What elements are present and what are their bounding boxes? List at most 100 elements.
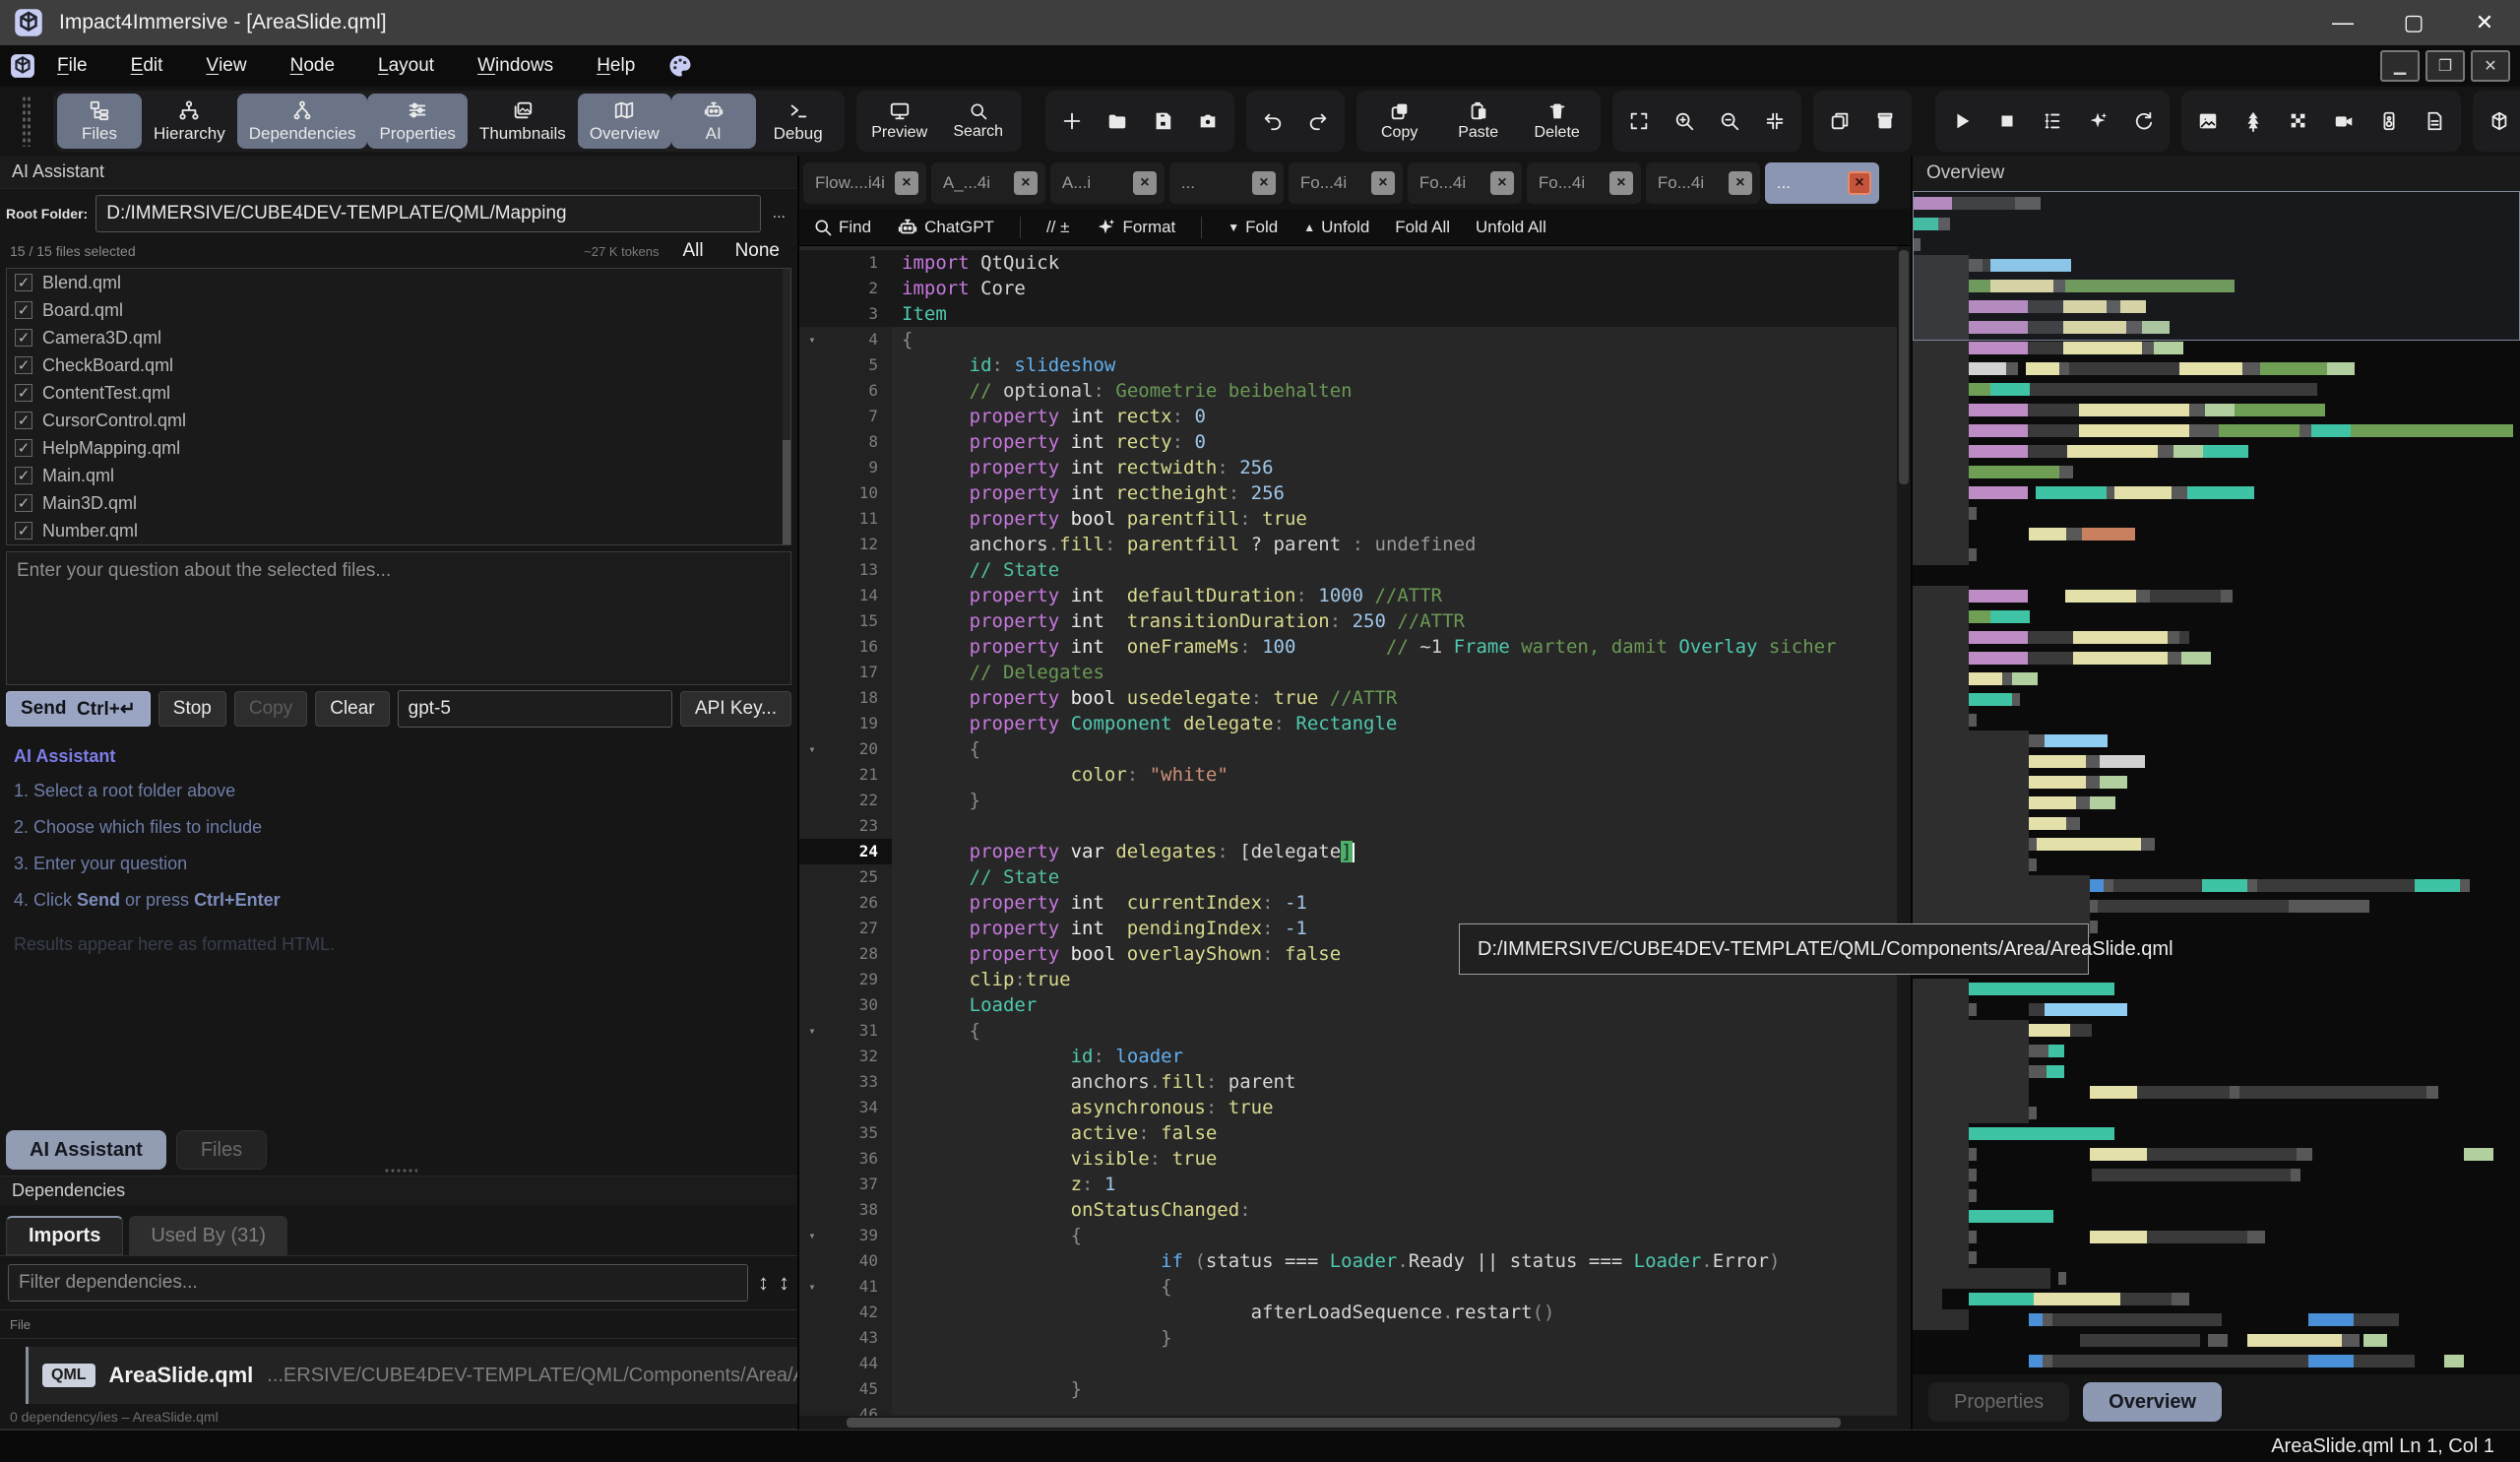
toolbar-copy-button[interactable]: Copy bbox=[1360, 94, 1439, 149]
file-list-item[interactable]: ✓ContentTest.qml bbox=[7, 379, 790, 407]
checkbox-checked-icon[interactable]: ✓ bbox=[15, 384, 32, 402]
tab-close-icon[interactable]: × bbox=[1133, 171, 1157, 195]
code-line[interactable]: 34 asynchronous: true bbox=[799, 1095, 1897, 1120]
fold-marker-icon[interactable]: ▾ bbox=[799, 1018, 825, 1044]
image-button[interactable] bbox=[2185, 94, 2231, 149]
menu-edit[interactable]: Edit bbox=[109, 45, 185, 87]
code-line[interactable]: 2import Core bbox=[799, 276, 1897, 301]
menu-view[interactable]: View bbox=[184, 45, 268, 87]
camera-button[interactable] bbox=[1185, 94, 1230, 149]
zoomout-button[interactable] bbox=[1707, 94, 1752, 149]
folder-button[interactable] bbox=[1095, 94, 1140, 149]
code-line[interactable]: 45 } bbox=[799, 1376, 1897, 1402]
minimap-viewport[interactable] bbox=[1913, 191, 2520, 341]
child-minimize-button[interactable]: ▁ bbox=[2380, 50, 2420, 82]
gutter[interactable]: 30 bbox=[799, 992, 892, 1018]
gutter[interactable]: 16 bbox=[799, 634, 892, 660]
code-line[interactable]: 43 } bbox=[799, 1325, 1897, 1351]
editor-tab[interactable]: Fo...4i× bbox=[1289, 162, 1403, 204]
format-button[interactable]: Format bbox=[1095, 217, 1175, 238]
editor-tab[interactable]: ...× bbox=[1765, 162, 1879, 204]
checkbox-checked-icon[interactable]: ✓ bbox=[15, 522, 32, 540]
code-line[interactable]: 12 anchors.fill: parentfill ? parent : u… bbox=[799, 532, 1897, 557]
editor-tab[interactable]: A_...4i× bbox=[931, 162, 1045, 204]
gutter[interactable]: 25 bbox=[799, 864, 892, 890]
gutter[interactable]: 38 bbox=[799, 1197, 892, 1223]
gutter[interactable]: ▾39 bbox=[799, 1223, 892, 1248]
cube3d-button[interactable] bbox=[2477, 94, 2520, 149]
tab-close-icon[interactable]: × bbox=[1848, 171, 1871, 195]
file-list-item[interactable]: ✓Main3D.qml bbox=[7, 489, 790, 517]
tab-close-icon[interactable]: × bbox=[1609, 171, 1633, 195]
file-list-item[interactable]: ✓Camera3D.qml bbox=[7, 324, 790, 351]
video-button[interactable] bbox=[2321, 94, 2366, 149]
child-close-button[interactable]: ✕ bbox=[2471, 50, 2510, 82]
code-line[interactable]: 26 property int currentIndex: -1 bbox=[799, 890, 1897, 916]
sort-asc-button[interactable]: ↕ bbox=[758, 1270, 769, 1296]
child-restore-button[interactable]: ❐ bbox=[2426, 50, 2465, 82]
editor-vscrollbar[interactable] bbox=[1897, 246, 1911, 1416]
redo-button[interactable] bbox=[1295, 94, 1341, 149]
toolbar-paste-button[interactable]: Paste bbox=[1439, 94, 1518, 149]
close-button[interactable]: ✕ bbox=[2449, 0, 2520, 45]
editor-hscrollbar[interactable] bbox=[799, 1416, 1911, 1430]
gutter[interactable]: 29 bbox=[799, 967, 892, 992]
menu-help[interactable]: Help bbox=[575, 45, 657, 87]
card-button[interactable] bbox=[1862, 94, 1908, 149]
collapse-button[interactable] bbox=[1752, 94, 1797, 149]
footer-overview-button[interactable]: Overview bbox=[2083, 1382, 2222, 1422]
palette-icon[interactable] bbox=[666, 52, 694, 80]
code-line[interactable]: 21 color: "white" bbox=[799, 762, 1897, 788]
toolbar-dependencies-button[interactable]: Dependencies bbox=[237, 94, 368, 149]
deps-tab-imports[interactable]: Imports bbox=[6, 1216, 123, 1255]
code-line[interactable]: 14 property int defaultDuration: 1000 //… bbox=[799, 583, 1897, 608]
code-line[interactable]: 40 if (status === Loader.Ready || status… bbox=[799, 1248, 1897, 1274]
toolbar-preview-button[interactable]: Preview bbox=[860, 94, 939, 149]
code-line[interactable]: 44 bbox=[799, 1351, 1897, 1376]
gutter[interactable]: 12 bbox=[799, 532, 892, 557]
tab-close-icon[interactable]: × bbox=[1371, 171, 1395, 195]
code-line[interactable]: 5 id: slideshow bbox=[799, 352, 1897, 378]
minimize-button[interactable]: — bbox=[2307, 0, 2378, 45]
editor-tab[interactable]: A...i× bbox=[1050, 162, 1165, 204]
stop-button[interactable] bbox=[1984, 94, 2030, 149]
panel-tab-files[interactable]: Files bbox=[176, 1130, 267, 1170]
filelist-scrollbar[interactable] bbox=[783, 269, 790, 544]
select-all-button[interactable]: All bbox=[674, 240, 711, 262]
code-line[interactable]: 18 property bool usedelegate: true //ATT… bbox=[799, 685, 1897, 711]
zoomin-button[interactable] bbox=[1662, 94, 1707, 149]
gutter[interactable]: 11 bbox=[799, 506, 892, 532]
doc-button[interactable] bbox=[2412, 94, 2457, 149]
toolbar-overview-button[interactable]: Overview bbox=[578, 94, 671, 149]
menu-node[interactable]: Node bbox=[269, 45, 356, 87]
tab-close-icon[interactable]: × bbox=[1729, 171, 1752, 195]
fold-button[interactable]: ▼Fold bbox=[1228, 218, 1278, 237]
checkbox-checked-icon[interactable]: ✓ bbox=[15, 329, 32, 347]
gutter[interactable]: 42 bbox=[799, 1300, 892, 1325]
gutter[interactable]: 3 bbox=[799, 301, 892, 327]
pine-button[interactable] bbox=[2231, 94, 2276, 149]
toolbar-hierarchy-button[interactable]: Hierarchy bbox=[142, 94, 237, 149]
unfold-button[interactable]: ▲Unfold bbox=[1303, 218, 1369, 237]
editor-tab[interactable]: Fo...4i× bbox=[1527, 162, 1641, 204]
gutter[interactable]: 1 bbox=[799, 250, 892, 276]
chatgpt-button[interactable]: ChatGPT bbox=[897, 217, 994, 238]
code-line[interactable]: 38 onStatusChanged: bbox=[799, 1197, 1897, 1223]
file-list-item[interactable]: ✓Number.qml bbox=[7, 517, 790, 544]
toggle-comment-button[interactable]: // ± bbox=[1046, 218, 1070, 237]
gutter[interactable]: 36 bbox=[799, 1146, 892, 1172]
tab-close-icon[interactable]: × bbox=[895, 171, 918, 195]
root-folder-input[interactable] bbox=[95, 195, 760, 232]
code-line[interactable]: 16 property int oneFrameMs: 100 // ~1 Fr… bbox=[799, 634, 1897, 660]
copy-result-button[interactable]: Copy bbox=[234, 691, 307, 727]
gutter[interactable]: 9 bbox=[799, 455, 892, 480]
gutter[interactable]: 40 bbox=[799, 1248, 892, 1274]
editor-tab[interactable]: Fo...4i× bbox=[1408, 162, 1522, 204]
checkbox-checked-icon[interactable]: ✓ bbox=[15, 494, 32, 512]
code-line[interactable]: 22 } bbox=[799, 788, 1897, 813]
gutter[interactable]: ▾31 bbox=[799, 1018, 892, 1044]
code-line[interactable]: 8 property int recty: 0 bbox=[799, 429, 1897, 455]
file-list-item[interactable]: ✓Blend.qml bbox=[7, 269, 790, 296]
panel-resize-handle[interactable] bbox=[384, 1168, 417, 1174]
gutter[interactable]: 5 bbox=[799, 352, 892, 378]
